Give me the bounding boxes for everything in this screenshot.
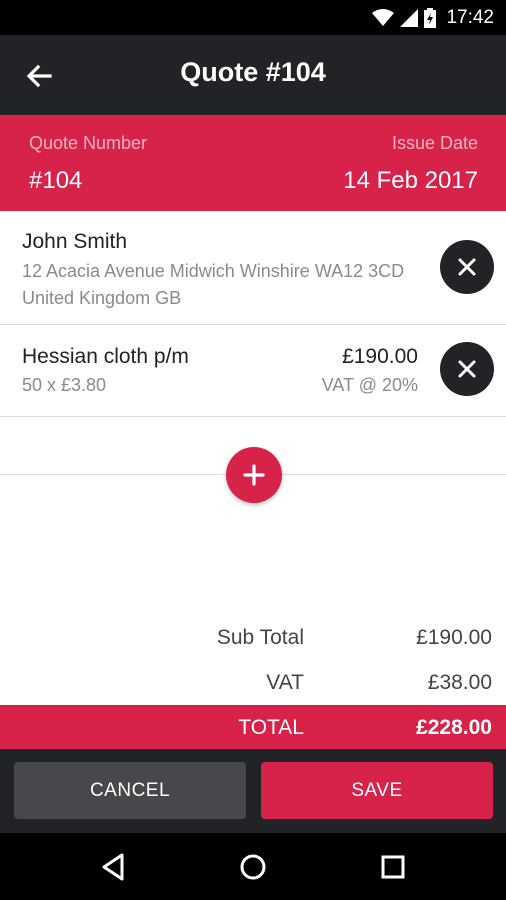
recents-square-icon[interactable] (377, 851, 409, 883)
subtotal-value: £190.00 (416, 626, 492, 649)
status-bar: 17:42 (0, 0, 506, 35)
item-quantity: 50 x £3.80 (22, 375, 107, 395)
action-bar: CANCEL SAVE (0, 749, 506, 833)
vat-value: £38.00 (427, 671, 492, 694)
customer-row[interactable]: John Smith 12 Acacia Avenue Midwich Wins… (0, 211, 506, 325)
system-nav-bar (0, 833, 506, 900)
item-vat: VAT @ 20% (321, 375, 418, 395)
signal-icon (400, 9, 419, 27)
customer-address: 12 Acacia Avenue Midwich Winshire WA12 3… (22, 261, 405, 308)
home-circle-icon[interactable] (237, 851, 269, 883)
remove-customer-button[interactable] (440, 240, 494, 294)
quote-number-value[interactable]: #104 (29, 167, 82, 195)
status-icons: 17:42 (372, 6, 494, 30)
cancel-button[interactable]: CANCEL (14, 762, 246, 819)
status-time: 17:42 (446, 7, 494, 28)
remove-item-button[interactable] (440, 342, 494, 396)
vat-label: VAT (266, 671, 304, 694)
subtotal-row: Sub Total £190.00 (0, 626, 506, 666)
item-name: Hessian cloth p/m (22, 345, 189, 368)
page-title: Quote #104 (180, 57, 326, 87)
back-triangle-icon[interactable] (98, 851, 130, 883)
quote-number-label: Quote Number (29, 133, 148, 153)
total-label: TOTAL (238, 716, 304, 739)
item-price: £190.00 (342, 345, 418, 368)
quote-info-bar: Quote Number #104 Issue Date 14 Feb 2017 (0, 115, 506, 211)
battery-icon (424, 8, 437, 28)
plus-icon (243, 464, 265, 486)
subtotal-label: Sub Total (216, 626, 304, 649)
save-button[interactable]: SAVE (261, 762, 493, 819)
customer-name: John Smith (22, 230, 128, 253)
total-bar: TOTAL £228.00 (0, 705, 506, 749)
total-value: £228.00 (416, 716, 492, 739)
app-bar: Quote #104 (0, 35, 506, 115)
issue-date-label: Issue Date (391, 133, 478, 153)
close-icon (458, 360, 476, 378)
line-item[interactable]: Hessian cloth p/m 50 x £3.80 £190.00 VAT… (0, 325, 506, 417)
add-item-button[interactable] (226, 447, 282, 503)
wifi-icon (372, 9, 395, 26)
close-icon (458, 258, 476, 276)
issue-date-value[interactable]: 14 Feb 2017 (343, 167, 478, 195)
